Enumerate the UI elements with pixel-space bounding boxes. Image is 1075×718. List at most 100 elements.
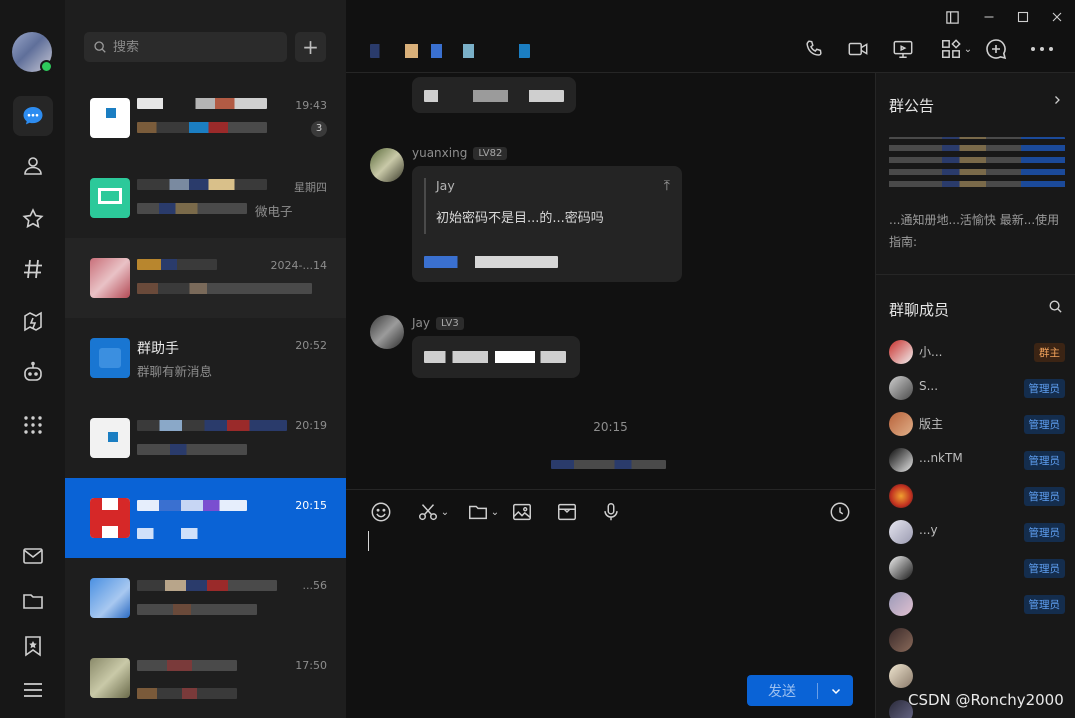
channels-icon[interactable] (13, 249, 53, 289)
conversation-avatar (90, 418, 130, 458)
conversation-item[interactable]: 群助手 20:52 群聊有新消息 (65, 318, 346, 398)
chevron-down-icon[interactable] (818, 685, 853, 697)
panel-divider (876, 274, 1075, 275)
menu-icon[interactable] (13, 670, 53, 710)
admin-badge: 管理员 (1023, 451, 1065, 470)
member-item[interactable]: 小... 群主 (889, 340, 1065, 364)
group-info-panel: 群公告 ...通知册地...活愉快 最新...使用指南: 群聊成员 小... 群… (875, 73, 1075, 718)
phone-icon[interactable] (801, 36, 827, 62)
blurred-name (137, 500, 247, 511)
member-item[interactable]: 管理员 (889, 592, 1065, 616)
sender-avatar[interactable] (370, 148, 404, 182)
image-icon[interactable] (509, 499, 535, 525)
conversation-item[interactable]: 星期四 微电子 (65, 158, 346, 238)
chevron-down-icon[interactable]: ⌄ (491, 507, 499, 518)
close-icon[interactable] (1047, 8, 1067, 26)
blurred-preview (137, 203, 247, 214)
sender-name: Jay LV3 (412, 316, 464, 330)
conversation-item[interactable]: 20:19 (65, 398, 346, 478)
app-window: + 19:43 3 星期四 微电子 2024-...14 (0, 0, 1075, 718)
more-icon[interactable] (1029, 36, 1055, 62)
conversation-time: 20:15 (295, 499, 327, 512)
folder-icon[interactable] (13, 581, 53, 621)
unread-badge: 3 (311, 121, 327, 137)
conversation-time: 17:50 (295, 659, 327, 672)
conversation-time: 20:52 (295, 339, 327, 352)
video-icon[interactable] (845, 36, 871, 62)
member-avatar (889, 664, 913, 688)
messages-icon[interactable] (13, 96, 53, 136)
message-bubble[interactable] (412, 336, 580, 378)
member-avatar (889, 448, 913, 472)
screen-share-icon[interactable] (890, 36, 916, 62)
blurred-message-text (424, 256, 558, 268)
apps-grid-icon[interactable]: ⌄ (936, 36, 976, 62)
minimize-icon[interactable] (979, 8, 999, 26)
admin-badge: 管理员 (1023, 523, 1065, 542)
member-item[interactable]: 管理员 (889, 484, 1065, 508)
blurred-name (137, 420, 287, 431)
search-icon[interactable] (1048, 299, 1063, 318)
blurred-preview (137, 528, 247, 539)
sidebar-toggle-icon[interactable] (942, 8, 962, 26)
member-item[interactable]: 管理员 (889, 556, 1065, 580)
send-button[interactable]: 发送 (747, 675, 853, 706)
search-box[interactable] (84, 32, 287, 62)
conversation-time: 2024-...14 (270, 259, 327, 272)
sender-avatar[interactable] (370, 315, 404, 349)
contacts-icon[interactable] (13, 146, 53, 186)
scissors-icon[interactable]: ⌄ (412, 499, 454, 525)
conversation-item[interactable]: ...56 (65, 558, 346, 638)
member-name: ...nkTM (919, 451, 963, 465)
folder-icon[interactable]: ⌄ (462, 499, 504, 525)
favorites-icon[interactable] (13, 199, 53, 239)
message-bubble[interactable]: Jay 初始密码不是目...的...密码吗 ⤒ (412, 166, 682, 282)
mic-icon[interactable] (598, 499, 624, 525)
chat-header: ⌄ (346, 0, 1075, 73)
conversation-time: 20:19 (295, 419, 327, 432)
member-item[interactable]: ...nkTM 管理员 (889, 448, 1065, 472)
admin-badge: 管理员 (1023, 487, 1065, 506)
screenshot-icon[interactable] (554, 499, 580, 525)
owner-badge: 群主 (1034, 343, 1065, 362)
games-icon[interactable] (13, 302, 53, 342)
conversation-item[interactable]: 17:50 (65, 638, 346, 718)
member-item[interactable] (889, 664, 1065, 688)
blurred-preview (137, 122, 267, 133)
blurred-preview (137, 604, 257, 615)
chevron-right-icon[interactable] (1051, 94, 1063, 110)
mail-icon[interactable] (13, 536, 53, 576)
conversation-preview: 微电子 (255, 204, 293, 219)
message-input[interactable] (368, 531, 369, 551)
blurred-preview (137, 688, 237, 699)
bot-icon[interactable] (13, 352, 53, 392)
member-avatar (889, 484, 913, 508)
blurred-chat-title (370, 44, 530, 58)
conversation-item[interactable]: 2024-...14 (65, 238, 346, 318)
bookmark-icon[interactable] (13, 626, 53, 666)
announcement-title[interactable]: 群公告 (889, 95, 934, 116)
add-button[interactable]: + (295, 32, 326, 62)
apps-icon[interactable] (13, 405, 53, 445)
conversation-item-active[interactable]: 20:15 (65, 478, 346, 558)
member-item[interactable] (889, 628, 1065, 652)
search-input[interactable] (113, 39, 273, 55)
add-chat-icon[interactable] (983, 36, 1009, 62)
conversation-item[interactable]: 19:43 3 (65, 78, 346, 158)
chevron-down-icon: ⌄ (963, 43, 973, 55)
chevron-down-icon[interactable]: ⌄ (441, 507, 449, 518)
user-avatar[interactable] (12, 32, 53, 73)
member-item[interactable]: 版主 管理员 (889, 412, 1065, 436)
jump-to-quote-icon[interactable]: ⤒ (664, 178, 670, 194)
maximize-icon[interactable] (1013, 8, 1033, 26)
admin-badge: 管理员 (1023, 415, 1065, 434)
online-status-dot (40, 60, 53, 73)
quoted-message[interactable]: Jay 初始密码不是目...的...密码吗 ⤒ (424, 178, 670, 234)
blurred-name (137, 660, 237, 671)
level-badge: LV3 (436, 317, 464, 330)
history-icon[interactable] (827, 499, 853, 525)
emoji-icon[interactable] (368, 499, 394, 525)
member-item[interactable]: ...y 管理员 (889, 520, 1065, 544)
member-item[interactable]: S... 管理员 (889, 376, 1065, 400)
conversation-time: 19:43 (295, 99, 327, 112)
